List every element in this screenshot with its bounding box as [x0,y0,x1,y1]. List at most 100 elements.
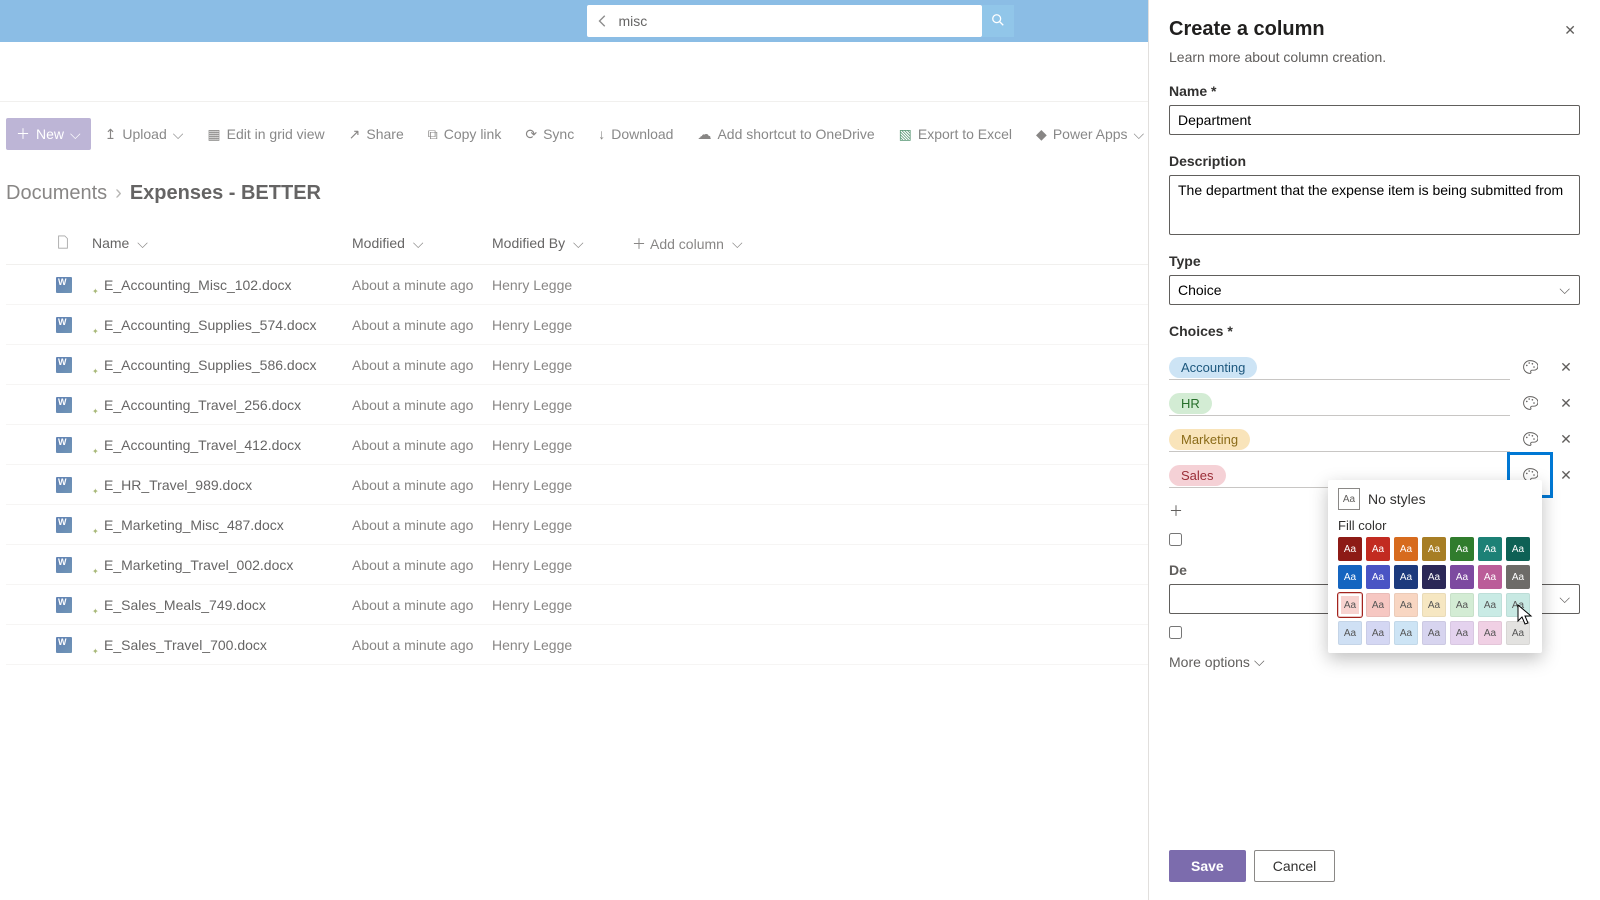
search-box[interactable] [587,5,982,37]
modified-cell: About a minute ago [352,477,492,493]
color-swatch[interactable]: Aa [1394,621,1418,645]
upload-button[interactable]: ↥ Upload ⌵ [95,118,194,150]
color-swatch[interactable]: Aa [1450,565,1474,589]
plus-icon[interactable]: ＋ [1169,501,1183,521]
modified-column-header[interactable]: Modified ⌵ [352,235,492,252]
type-select[interactable]: Choice [1169,275,1580,305]
color-swatch[interactable]: Aa [1450,537,1474,561]
file-name[interactable]: E_Marketing_Misc_487.docx [104,517,284,533]
breadcrumb-root[interactable]: Documents [6,182,107,205]
color-swatch[interactable]: Aa [1506,537,1530,561]
color-swatch[interactable]: Aa [1450,621,1474,645]
choice-pill-area[interactable]: Accounting [1169,355,1510,380]
color-swatch[interactable]: Aa [1422,537,1446,561]
back-arrow-icon[interactable] [595,13,611,29]
color-swatch[interactable]: Aa [1450,593,1474,617]
color-swatch[interactable]: Aa [1478,537,1502,561]
color-swatch[interactable]: Aa [1422,593,1446,617]
no-style-swatch[interactable]: Aa [1338,488,1360,510]
color-swatch[interactable]: Aa [1338,565,1362,589]
save-button[interactable]: Save [1169,850,1246,882]
color-swatch[interactable]: Aa [1506,621,1530,645]
file-name[interactable]: E_Accounting_Supplies_586.docx [104,357,317,373]
choice-color-button[interactable] [1516,389,1544,417]
modified-cell: About a minute ago [352,277,492,293]
color-swatch[interactable]: Aa [1366,621,1390,645]
power-apps-button[interactable]: ◆ Power Apps ⌵ [1026,118,1154,150]
download-button[interactable]: ↓ Download [588,118,683,150]
color-swatch[interactable]: Aa [1366,537,1390,561]
modified-cell: About a minute ago [352,597,492,613]
sync-button[interactable]: ⟳ Sync [515,118,584,150]
choice-remove-button[interactable]: ✕ [1552,389,1580,417]
plus-icon: ＋ [632,234,646,254]
color-swatch[interactable]: Aa [1478,621,1502,645]
color-swatch[interactable]: Aa [1422,565,1446,589]
modified-by-column-header[interactable]: Modified By ⌵ [492,235,632,252]
name-field[interactable] [1169,105,1580,135]
color-swatch[interactable]: Aa [1394,593,1418,617]
close-button[interactable]: ✕ [1560,18,1580,43]
color-swatch[interactable]: Aa [1506,593,1530,617]
choice-color-button[interactable] [1516,425,1544,453]
choice-pill-area[interactable]: HR [1169,391,1510,416]
modified-by-cell: Henry Legge [492,277,632,293]
file-name[interactable]: E_HR_Travel_989.docx [104,477,252,493]
file-name[interactable]: E_Marketing_Travel_002.docx [104,557,293,573]
modified-by-cell: Henry Legge [492,437,632,453]
chevron-down-icon: ⌵ [70,126,81,143]
panel-subtitle-link[interactable]: Learn more about column creation. [1169,49,1580,65]
copy-link-button[interactable]: ⧉ Copy link [418,118,512,150]
color-swatch[interactable]: Aa [1366,593,1390,617]
color-swatch[interactable]: Aa [1478,565,1502,589]
new-indicator-icon [92,401,100,409]
add-shortcut-button[interactable]: ☁ Add shortcut to OneDrive [687,118,884,150]
file-name[interactable]: E_Accounting_Travel_256.docx [104,397,301,413]
choice-remove-button[interactable]: ✕ [1552,425,1580,453]
file-type-icon [56,317,92,333]
color-swatch[interactable]: Aa [1366,565,1390,589]
file-name[interactable]: E_Sales_Travel_700.docx [104,637,267,653]
edit-grid-button[interactable]: ▦ Edit in grid view [197,118,334,150]
new-button[interactable]: ＋ New ⌵ [6,118,91,150]
choice-remove-button[interactable]: ✕ [1552,461,1580,489]
color-swatch[interactable]: Aa [1506,565,1530,589]
breadcrumb-current: Expenses - BETTER [130,182,321,205]
choice-row: Marketing ✕ [1169,425,1580,453]
upload-icon: ↥ [105,126,117,143]
new-indicator-icon [92,641,100,649]
color-swatch[interactable]: Aa [1422,621,1446,645]
color-swatch[interactable]: Aa [1478,593,1502,617]
new-indicator-icon [92,561,100,569]
checkbox-option[interactable] [1169,533,1182,546]
choice-color-button[interactable] [1516,353,1544,381]
color-swatch[interactable]: Aa [1338,537,1362,561]
name-column-header[interactable]: Name ⌵ [92,235,352,252]
export-excel-button[interactable]: ▧ Export to Excel [889,118,1022,150]
color-swatch[interactable]: Aa [1394,565,1418,589]
choice-pill: Accounting [1169,357,1257,378]
choice-pill-area[interactable]: Marketing [1169,427,1510,452]
file-name[interactable]: E_Accounting_Supplies_574.docx [104,317,317,333]
search-input[interactable] [619,13,974,29]
share-button[interactable]: ↗ Share [339,118,414,150]
cancel-button[interactable]: Cancel [1254,850,1336,882]
add-column-button[interactable]: ＋ Add column ⌵ [632,234,772,254]
search-button[interactable] [982,5,1014,37]
checkbox-option-2[interactable] [1169,626,1182,639]
color-swatch[interactable]: Aa [1394,537,1418,561]
choice-remove-button[interactable]: ✕ [1552,353,1580,381]
download-icon: ↓ [598,126,605,142]
more-options-toggle[interactable]: More options ⌵ [1169,653,1580,670]
color-picker-popover: Aa No styles Fill color AaAaAaAaAaAaAaAa… [1328,480,1542,653]
color-swatch[interactable]: Aa [1338,593,1362,617]
description-field[interactable]: The department that the expense item is … [1169,175,1580,235]
file-name[interactable]: E_Accounting_Travel_412.docx [104,437,301,453]
file-type-icon [56,437,92,453]
file-name[interactable]: E_Accounting_Misc_102.docx [104,277,292,293]
type-column-header[interactable] [56,235,92,252]
file-name[interactable]: E_Sales_Meals_749.docx [104,597,266,613]
fill-color-label: Fill color [1338,518,1532,533]
color-swatch[interactable]: Aa [1338,621,1362,645]
choice-row: HR ✕ [1169,389,1580,417]
